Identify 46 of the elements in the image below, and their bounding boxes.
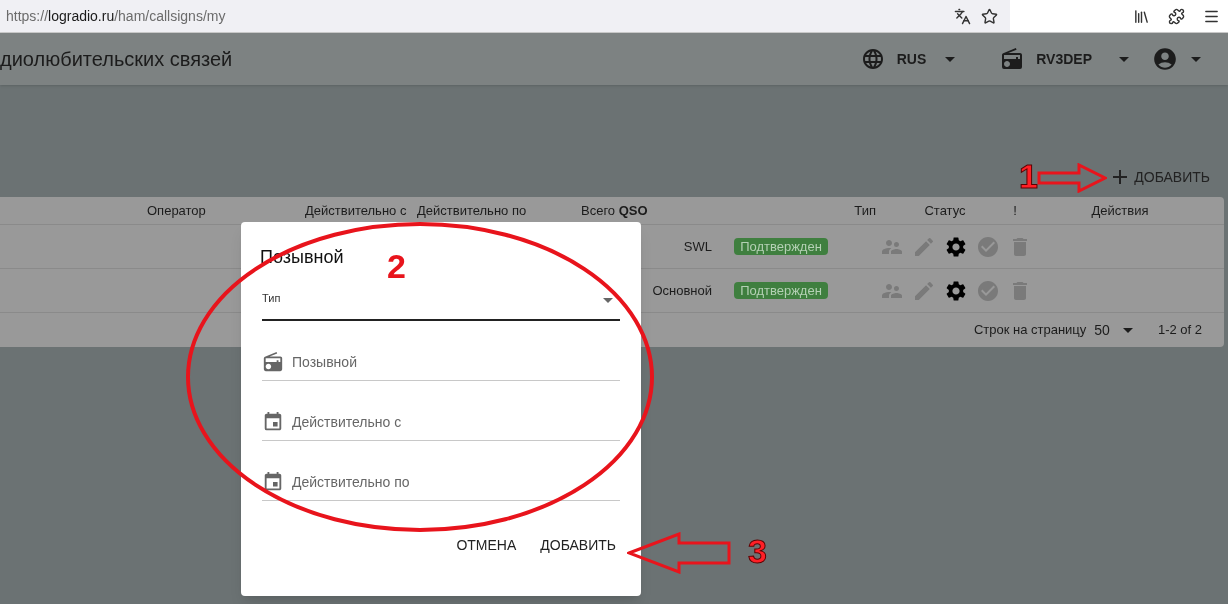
type-cell: SWL [683, 238, 712, 254]
column-header: Действительно с [305, 202, 407, 218]
rows-per-page-select[interactable]: 50 [1094, 319, 1140, 341]
language-selector[interactable]: RUS [860, 47, 963, 71]
caret-icon [945, 56, 956, 62]
type-cell: Основной [652, 282, 712, 298]
caret-icon [1191, 56, 1201, 62]
column-header: Действия [1091, 202, 1149, 218]
radio-icon [262, 350, 284, 373]
column-header: Оператор [147, 202, 206, 218]
globe-icon [860, 47, 885, 71]
cancel-button[interactable]: ОТМЕНА [456, 535, 517, 556]
translate-icon[interactable] [954, 7, 971, 25]
callsign-selector[interactable]: RV3DEP [1000, 47, 1092, 71]
input-field[interactable]: Позывной [292, 346, 620, 377]
app-title: диолюбительских связей [0, 47, 233, 72]
column-header: Тип [854, 202, 876, 218]
caret-icon [1122, 327, 1133, 333]
url-field[interactable]: https://logradio.ru/ham/callsigns/my [6, 5, 226, 27]
add-button[interactable]: ДОБАВИТЬ [540, 535, 616, 556]
annotation-number: 2 [387, 248, 406, 284]
settings-icon[interactable] [944, 234, 968, 259]
annotation-number: 1 [1019, 158, 1038, 194]
input-field[interactable]: Действительно с [292, 406, 620, 437]
column-header: Действительно по [417, 202, 527, 218]
bookmark-star-icon[interactable] [981, 7, 998, 25]
library-icon[interactable] [1133, 7, 1150, 25]
radio-icon [1000, 47, 1025, 71]
status-badge: Подтвержден [734, 281, 828, 299]
page-range: 1-2 of 2 [1157, 321, 1202, 340]
annotation-number: 3 [748, 533, 767, 569]
calendar-icon [262, 470, 284, 493]
annotation-arrow [1037, 163, 1107, 193]
status-badge: Подтвержден [734, 237, 828, 255]
caret-icon [603, 298, 613, 303]
settings-icon[interactable] [944, 278, 968, 303]
rows-per-page-label: Строк на страницу [973, 321, 1087, 340]
extensions-icon[interactable] [1168, 7, 1185, 25]
caret-icon[interactable] [1119, 56, 1129, 62]
column-header: Статус [924, 202, 966, 218]
account-icon [1152, 46, 1178, 72]
input-field[interactable]: Действительно по [292, 466, 620, 497]
column-header: ! [1013, 202, 1017, 218]
calendar-icon [262, 410, 284, 433]
type-select[interactable]: Тип [262, 285, 620, 321]
column-header: Всего QSO [581, 202, 648, 218]
